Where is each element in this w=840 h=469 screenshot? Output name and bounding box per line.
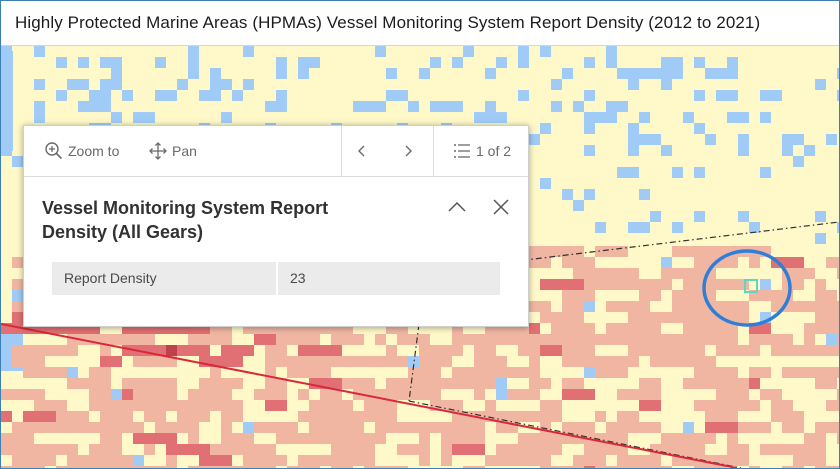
- zoom-to-label: Zoom to: [68, 143, 120, 159]
- attribute-divider: [276, 262, 278, 295]
- toolbar-divider: [341, 126, 342, 176]
- attribute-name: Report Density: [64, 270, 157, 286]
- close-button[interactable]: [490, 196, 512, 218]
- page-title: Highly Protected Marine Areas (HPMAs) Ve…: [15, 13, 761, 32]
- popup-toolbar: Zoom to Pan 1 of 2: [24, 126, 528, 177]
- chevron-right-icon: [405, 145, 412, 157]
- app-frame: Highly Protected Marine Areas (HPMAs) Ve…: [0, 0, 840, 469]
- attribute-value: 23: [290, 270, 306, 286]
- chevron-left-icon: [358, 145, 365, 157]
- zoom-to-button[interactable]: Zoom to: [44, 126, 119, 176]
- pan-arrows-icon: [149, 142, 167, 160]
- close-icon: [493, 199, 509, 215]
- toolbar-divider: [433, 126, 434, 176]
- feature-popup: Zoom to Pan 1 of 2 Vessel Monitoring Sys…: [23, 125, 529, 327]
- previous-feature-button[interactable]: [356, 126, 372, 176]
- feature-count: 1 of 2: [476, 143, 512, 159]
- list-icon: [454, 144, 470, 158]
- next-feature-button[interactable]: [402, 126, 418, 176]
- attribute-row: Report Density 23: [52, 262, 500, 295]
- popup-title: Vessel Monitoring System Report Density …: [42, 198, 329, 242]
- feature-list-button[interactable]: 1 of 2: [452, 126, 511, 176]
- zoom-in-icon: [45, 142, 63, 160]
- title-bar: Highly Protected Marine Areas (HPMAs) Ve…: [1, 1, 839, 46]
- pan-label: Pan: [172, 143, 197, 159]
- pan-button[interactable]: Pan: [148, 126, 197, 176]
- collapse-button[interactable]: [446, 196, 468, 218]
- chevron-up-icon: [448, 201, 466, 212]
